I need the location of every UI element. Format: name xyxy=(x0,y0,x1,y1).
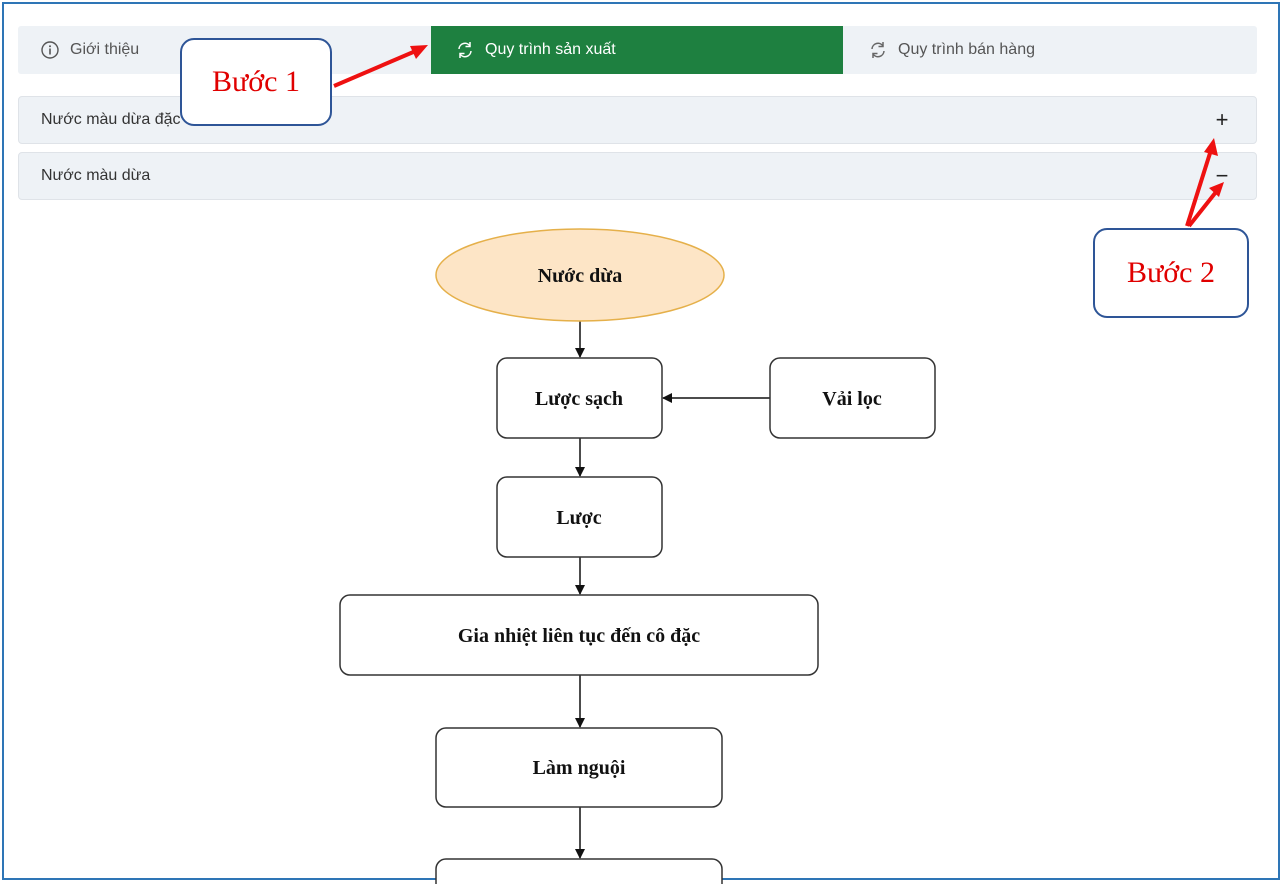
production-flowchart: Nước dừa Lược sạch Vải lọc Lược Gia nhiệ… xyxy=(333,45,1224,884)
annotation-arrowhead xyxy=(1204,138,1218,156)
callout-step1: Bước 1 xyxy=(180,38,332,126)
callout-step2: Bước 2 xyxy=(1093,228,1249,318)
annotation-arrows xyxy=(333,45,1224,228)
flow-node-label: Lược sạch xyxy=(535,388,623,410)
callout-step2-label: Bước 2 xyxy=(1127,256,1215,289)
annotation-arrowhead xyxy=(1209,182,1224,197)
flow-node-label: Làm nguội xyxy=(533,757,626,779)
flow-start-label: Nước dừa xyxy=(538,265,623,287)
flow-node-label: Gia nhiệt liên tục đến cô đặc xyxy=(458,625,700,647)
flow-node-label: Lược xyxy=(556,507,601,529)
flow-node-next xyxy=(435,858,723,884)
flow-node-label: Vải lọc xyxy=(822,388,882,410)
annotation-arrow-step1 xyxy=(333,48,419,88)
callout-step1-label: Bước 1 xyxy=(212,65,300,98)
